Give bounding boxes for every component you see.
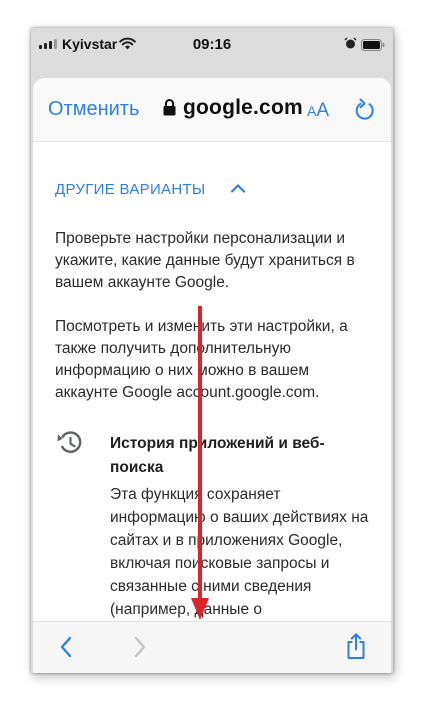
- page-content: ДРУГИЕ ВАРИАНТЫ Проверьте настройки перс…: [33, 142, 391, 622]
- alarm-icon: [344, 37, 357, 55]
- battery-icon: [361, 38, 385, 56]
- history-icon: [55, 430, 83, 461]
- personalization-paragraph: Проверьте настройки персонализации и ука…: [55, 230, 355, 291]
- navigation-bar: Отменить google.com AA: [33, 78, 391, 142]
- share-icon[interactable]: [345, 632, 367, 665]
- clock: 09:16: [192, 36, 232, 53]
- browser-sheet: Отменить google.com AA ДРУГИЕ ВАРИАНТЫ П…: [33, 78, 391, 673]
- address-bar[interactable]: google.com: [163, 96, 303, 120]
- status-bar: Kyivstar 09:16: [31, 28, 393, 64]
- chevron-up-icon: [230, 180, 246, 198]
- activity-item-description: Эта функция сохраняет информацию о ваших…: [110, 486, 369, 618]
- lock-icon: [163, 99, 177, 117]
- back-icon[interactable]: [59, 636, 73, 663]
- other-options-toggle[interactable]: ДРУГИЕ ВАРИАНТЫ: [55, 180, 246, 198]
- phone-screen: Kyivstar 09:16 Отменить google.com AA ДР…: [31, 28, 393, 673]
- settings-paragraph: Посмотреть и изменить эти настройки, а т…: [55, 318, 348, 401]
- text-size-big-label: A: [316, 100, 330, 121]
- text-size-button[interactable]: AA: [307, 100, 329, 122]
- bottom-toolbar: [33, 621, 391, 673]
- section-title: ДРУГИЕ ВАРИАНТЫ: [55, 180, 206, 198]
- text-size-small-label: A: [307, 103, 317, 119]
- activity-item-title: История приложений и веб-поиска: [110, 435, 325, 476]
- reload-icon[interactable]: [354, 98, 376, 127]
- url-text: google.com: [183, 96, 303, 119]
- cancel-button[interactable]: Отменить: [48, 98, 139, 121]
- scroll-down-arrow: [190, 306, 210, 622]
- forward-icon: [133, 636, 147, 663]
